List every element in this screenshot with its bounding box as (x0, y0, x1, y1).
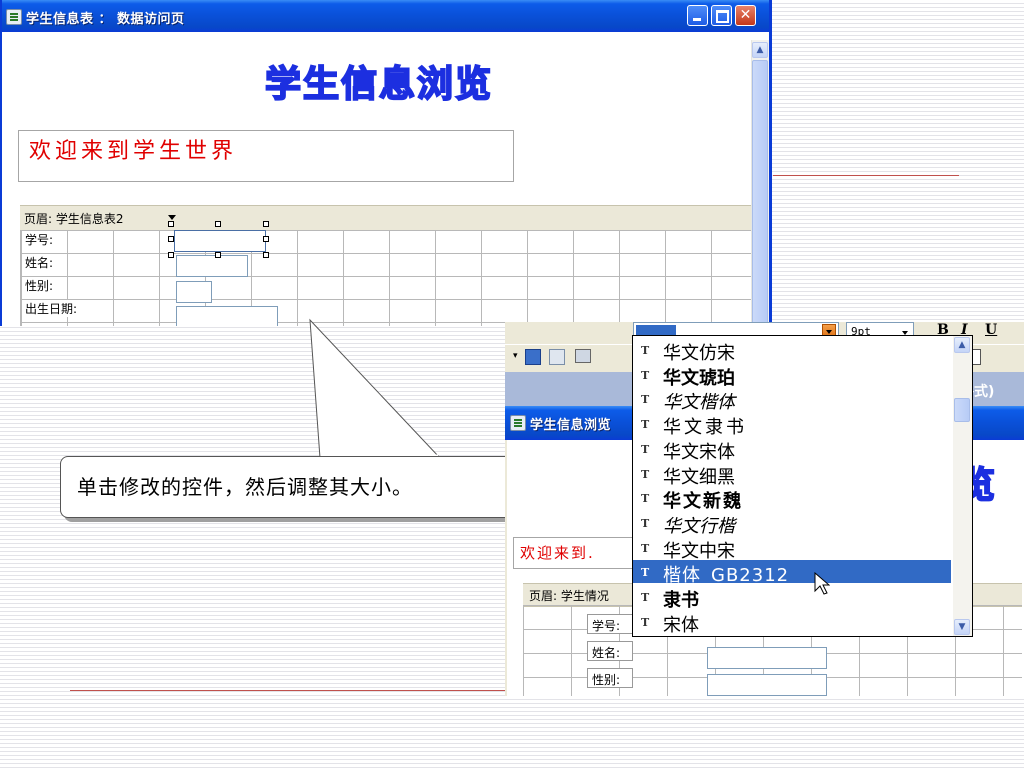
maximize-button[interactable] (711, 5, 732, 26)
truetype-font-icon: T (641, 591, 650, 604)
field-label-gender: 性别: (24, 277, 55, 294)
font-option[interactable]: T 华文仿宋 (633, 338, 951, 364)
font-dropdown-list[interactable]: T 华文仿宋 T 华文琥珀 T 华文楷体 T 华文隶书 T 华文宋体 T 华文细黑 T 华文新魏 T 华文行楷… (632, 335, 973, 637)
font-option-label: 宋体 (663, 614, 699, 636)
font-option-label: 隶书 (663, 590, 699, 611)
section-header-label-2: 页眉: 学生情况 (529, 589, 609, 603)
font-option-label: 华文细黑 (663, 466, 735, 488)
underline-button[interactable]: U (985, 322, 997, 338)
truetype-font-icon: T (641, 442, 650, 456)
form-icon (6, 9, 22, 25)
design-grid (20, 230, 757, 326)
section-header-label: 页眉: 学生信息表2 (24, 212, 124, 226)
font-option-label: 华文仿宋 (663, 343, 735, 364)
truetype-font-icon: T (641, 541, 650, 555)
toolbar-dropdown-icon[interactable]: ▾ (513, 351, 518, 361)
truetype-font-icon: T (641, 368, 650, 382)
scroll-down-icon[interactable]: ▼ (954, 619, 970, 635)
font-option[interactable]: T 华文楷体 (633, 387, 951, 413)
font-option-label: 华文中宋 (663, 540, 735, 562)
form-icon-2 (510, 415, 526, 431)
access-page-window: 学生信息表 ： 数据访问页 ✕ 学生信息浏览 欢迎来到学生世界 页眉: 学生信息… (0, 0, 772, 326)
resize-handle[interactable] (168, 236, 174, 242)
font-option[interactable]: T 华文行楷 (633, 511, 951, 537)
page-setup-icon[interactable] (549, 349, 565, 365)
name-textbox[interactable] (176, 255, 248, 277)
truetype-font-icon: T (641, 615, 650, 629)
font-option[interactable]: T 楷体_GB2312 (633, 560, 951, 586)
vertical-scrollbar[interactable]: ▲ (751, 40, 769, 326)
font-option[interactable]: T 华文细黑 (633, 462, 951, 488)
field-label-birthdate: 出生日期: (24, 300, 79, 317)
truetype-font-icon: T (641, 393, 650, 407)
design-window-title: 学生信息浏览 (530, 418, 612, 433)
scroll-thumb-2[interactable] (954, 398, 970, 422)
callout-text: 单击修改的控件，然后调整其大小。 (77, 475, 413, 499)
close-button[interactable]: ✕ (735, 5, 756, 26)
mouse-pointer-icon (814, 572, 830, 595)
welcome-text-2: 欢迎来到. (520, 544, 595, 562)
font-option-label: 楷体_GB2312 (663, 565, 790, 587)
gender-textbox[interactable] (176, 281, 212, 303)
scroll-up-icon-2[interactable]: ▲ (954, 337, 970, 353)
truetype-font-icon: T (641, 467, 650, 481)
resize-handle[interactable] (215, 221, 221, 227)
minimize-button[interactable] (687, 5, 708, 26)
truetype-font-icon: T (641, 492, 650, 506)
font-option-label: 华文隶书 (663, 417, 747, 439)
field-label-id: 学号: (24, 231, 55, 248)
field-label-gender-2[interactable]: 性别: (587, 668, 633, 688)
page-title[interactable]: 学生信息浏览 (2, 55, 756, 107)
truetype-font-icon: T (641, 566, 650, 580)
decorative-line (773, 175, 959, 176)
font-option-label: 华文行楷 (663, 515, 735, 537)
chevron-down-icon[interactable] (168, 215, 176, 220)
id-textbox-selected[interactable] (174, 230, 266, 252)
field-label-id-2[interactable]: 学号: (587, 614, 633, 634)
font-option-label: 华文楷体 (663, 392, 735, 414)
truetype-font-icon: T (641, 344, 650, 357)
print-icon[interactable] (575, 349, 591, 363)
font-option[interactable]: T 隶书 (633, 585, 951, 611)
resize-handle[interactable] (263, 236, 269, 242)
resize-handle[interactable] (263, 252, 269, 258)
truetype-font-icon: T (641, 418, 650, 432)
welcome-label-box-2[interactable]: 欢迎来到. (513, 537, 645, 569)
font-option-label: 华文宋体 (663, 441, 735, 463)
resize-handle[interactable] (168, 252, 174, 258)
resize-handle[interactable] (215, 252, 221, 258)
font-option[interactable]: T 华文宋体 (633, 437, 951, 463)
welcome-text: 欢迎来到学生世界 (29, 139, 238, 164)
save-icon[interactable] (525, 349, 541, 365)
font-option[interactable]: T 华文琥珀 (633, 363, 951, 389)
gender-textbox-2[interactable] (707, 674, 827, 696)
font-option-label: 华文琥珀 (663, 367, 735, 389)
font-option-label: 华文新魏 (663, 491, 743, 513)
truetype-font-icon: T (641, 516, 650, 530)
font-list-scrollbar[interactable]: ▲ ▼ (953, 336, 972, 636)
decorative-line (70, 690, 506, 691)
scroll-up-icon[interactable]: ▲ (752, 42, 768, 58)
name-textbox-2[interactable] (707, 647, 827, 669)
window-title: 学生信息表 ： 数据访问页 (26, 12, 185, 27)
callout-pointer (309, 318, 442, 459)
font-option[interactable]: T 华文新魏 (633, 486, 951, 512)
font-option[interactable]: T 华文中宋 (633, 536, 951, 562)
callout-box: 单击修改的控件，然后调整其大小。 (60, 456, 520, 518)
resize-handle[interactable] (263, 221, 269, 227)
resize-handle[interactable] (168, 221, 174, 227)
font-option[interactable]: T 宋体 (633, 610, 951, 636)
field-label-name-2[interactable]: 姓名: (587, 641, 633, 661)
section-header[interactable]: 页眉: 学生信息表2 (20, 205, 756, 231)
field-label-name: 姓名: (24, 254, 55, 271)
scroll-thumb[interactable] (752, 60, 768, 326)
title-bar[interactable]: 学生信息表 ： 数据访问页 ✕ (2, 0, 769, 32)
welcome-label-box[interactable]: 欢迎来到学生世界 (18, 130, 514, 182)
font-option[interactable]: T 华文隶书 (633, 412, 951, 438)
